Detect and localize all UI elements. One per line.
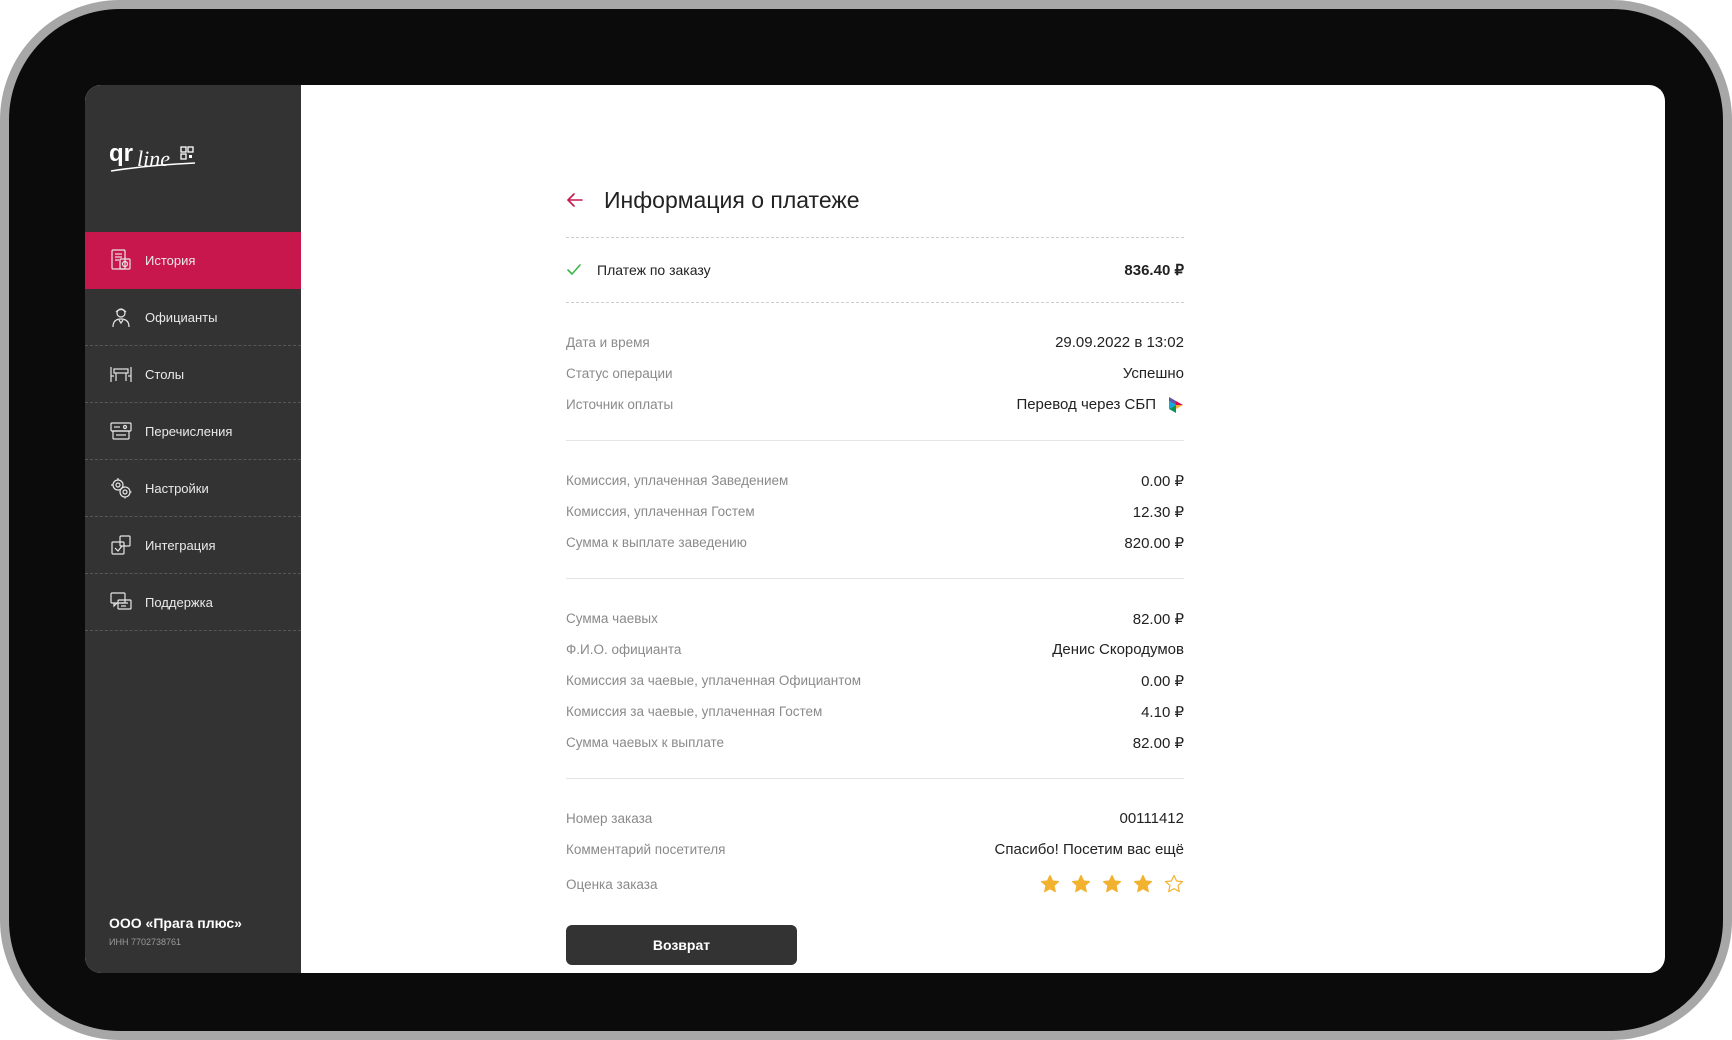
details-section: Дата и время 29.09.2022 в 13:02 Статус о… bbox=[566, 303, 1184, 440]
detail-row-tips-payout: Сумма чаевых к выплате 82.00 ₽ bbox=[566, 727, 1184, 758]
sidebar-item-label: Столы bbox=[145, 366, 185, 382]
detail-label: Дата и время bbox=[566, 335, 650, 350]
order-meta-section: Номер заказа 00111412 Комментарий посети… bbox=[566, 779, 1184, 913]
detail-row-comment: Комментарий посетителя Спасибо! Посетим … bbox=[566, 834, 1184, 865]
sidebar-item-waiters[interactable]: Официанты bbox=[85, 289, 301, 346]
sidebar-item-label: Интеграция bbox=[145, 537, 216, 553]
check-icon bbox=[567, 264, 581, 275]
detail-row-guest-commission: Комиссия, уплаченная Гостем 12.30 ₽ bbox=[566, 496, 1184, 527]
detail-value: Успешно bbox=[1122, 365, 1184, 382]
organization-inn: ИНН 7702738761 bbox=[109, 937, 182, 947]
payment-details: Информация о платеже Платеж по заказу 83… bbox=[566, 185, 1184, 965]
detail-value: 29.09.2022 в 13:02 bbox=[1055, 334, 1184, 351]
sidebar-item-label: Перечисления bbox=[145, 423, 233, 439]
sidebar-item-settings[interactable]: Настройки bbox=[85, 460, 301, 517]
sidebar-item-label: Поддержка bbox=[145, 594, 213, 610]
sidebar: qr line История Официанты Столы Перечисл… bbox=[85, 85, 301, 973]
detail-row-order-number: Номер заказа 00111412 bbox=[566, 803, 1184, 834]
page-header: Информация о платеже bbox=[566, 185, 1184, 215]
order-payment-row: Платеж по заказу 836.40 ₽ bbox=[566, 238, 1184, 302]
sidebar-item-transfers[interactable]: Перечисления bbox=[85, 403, 301, 460]
order-payment-label: Платеж по заказу bbox=[597, 262, 711, 278]
organization-info: ООО «Прага плюс» ИНН 7702738761 bbox=[109, 915, 242, 947]
back-arrow-icon[interactable] bbox=[566, 191, 584, 209]
detail-label: Оценка заказа bbox=[566, 876, 658, 892]
detail-value: Спасибо! Посетим вас ещё bbox=[994, 841, 1184, 858]
detail-value: Денис Скородумов bbox=[1052, 641, 1184, 658]
svg-text:qr: qr bbox=[109, 140, 133, 167]
star-filled-icon bbox=[1071, 874, 1091, 893]
detail-row-tips-sum: Сумма чаевых 82.00 ₽ bbox=[566, 603, 1184, 634]
settings-icon bbox=[111, 478, 132, 499]
detail-label: Комиссия, уплаченная Гостем bbox=[566, 504, 755, 519]
detail-label: Комиссия, уплаченная Заведением bbox=[566, 473, 789, 488]
sidebar-item-label: История bbox=[145, 252, 196, 268]
star-filled-icon bbox=[1040, 874, 1060, 893]
detail-row-venue-commission: Комиссия, уплаченная Заведением 0.00 ₽ bbox=[566, 465, 1184, 496]
detail-value: 00111412 bbox=[1119, 810, 1184, 827]
detail-value: 820.00 ₽ bbox=[1124, 534, 1184, 552]
sidebar-item-history[interactable]: История bbox=[85, 232, 301, 289]
tips-section: Сумма чаевых 82.00 ₽ Ф.И.О. официанта Де… bbox=[566, 579, 1184, 778]
detail-label: Комиссия за чаевые, уплаченная Гостем bbox=[566, 704, 823, 719]
detail-value-source: Перевод через СБП bbox=[1016, 396, 1184, 414]
commission-section: Комиссия, уплаченная Заведением 0.00 ₽ К… bbox=[566, 441, 1184, 578]
star-filled-icon bbox=[1102, 874, 1122, 893]
detail-row-source: Источник оплаты Перевод через СБП bbox=[566, 389, 1184, 420]
detail-row-status: Статус операции Успешно bbox=[566, 358, 1184, 389]
detail-label: Комиссия за чаевые, уплаченная Официанто… bbox=[566, 673, 862, 688]
detail-value: Перевод через СБП bbox=[1016, 396, 1156, 413]
detail-value: 12.30 ₽ bbox=[1132, 503, 1184, 521]
sidebar-item-support[interactable]: Поддержка bbox=[85, 574, 301, 631]
order-payment-left: Платеж по заказу bbox=[566, 262, 711, 278]
detail-label: Статус операции bbox=[566, 366, 673, 381]
sidebar-item-label: Настройки bbox=[145, 480, 209, 496]
detail-row-waiter-fee: Комиссия за чаевые, уплаченная Официанто… bbox=[566, 665, 1184, 696]
detail-row-rating: Оценка заказа bbox=[566, 865, 1184, 903]
detail-value: 0.00 ₽ bbox=[1141, 472, 1184, 490]
integration-icon bbox=[111, 535, 131, 555]
detail-value: 4.10 ₽ bbox=[1141, 703, 1184, 721]
page-title: Информация о платеже bbox=[604, 186, 860, 213]
detail-value: 82.00 ₽ bbox=[1132, 610, 1184, 628]
rating-stars bbox=[1029, 874, 1184, 894]
detail-row-date: Дата и время 29.09.2022 в 13:02 bbox=[566, 327, 1184, 358]
detail-row-waiter: Ф.И.О. официанта Денис Скородумов bbox=[566, 634, 1184, 665]
detail-label: Источник оплаты bbox=[566, 397, 674, 412]
star-filled-icon bbox=[1133, 874, 1153, 893]
device-frame: qr line История Официанты Столы Перечисл… bbox=[0, 0, 1732, 1040]
refund-button[interactable]: Возврат bbox=[566, 925, 797, 965]
detail-label: Ф.И.О. официанта bbox=[566, 642, 682, 657]
detail-row-guest-tip-fee: Комиссия за чаевые, уплаченная Гостем 4.… bbox=[566, 696, 1184, 727]
sidebar-nav: История Официанты Столы Перечисления Нас… bbox=[85, 232, 301, 631]
history-icon bbox=[111, 249, 131, 270]
support-icon bbox=[110, 592, 132, 610]
main-content: Информация о платеже Платеж по заказу 83… bbox=[301, 85, 1665, 973]
detail-label: Сумма к выплате заведению bbox=[566, 535, 747, 550]
organization-name: ООО «Прага плюс» bbox=[109, 915, 242, 931]
detail-label: Комментарий посетителя bbox=[566, 842, 726, 857]
qrline-logo: qr line bbox=[109, 140, 196, 172]
detail-value: 82.00 ₽ bbox=[1132, 734, 1184, 752]
detail-label: Номер заказа bbox=[566, 811, 653, 826]
sidebar-item-label: Официанты bbox=[145, 309, 218, 325]
table-icon bbox=[110, 367, 132, 382]
detail-row-venue-payout: Сумма к выплате заведению 820.00 ₽ bbox=[566, 527, 1184, 558]
waiter-icon bbox=[112, 308, 130, 328]
sbp-icon bbox=[1169, 396, 1183, 413]
detail-label: Сумма чаевых bbox=[566, 611, 658, 626]
sidebar-item-tables[interactable]: Столы bbox=[85, 346, 301, 403]
detail-label: Сумма чаевых к выплате bbox=[566, 735, 725, 750]
order-payment-amount: 836.40 ₽ bbox=[1124, 262, 1184, 279]
sidebar-item-integration[interactable]: Интеграция bbox=[85, 517, 301, 574]
app-screen: qr line История Официанты Столы Перечисл… bbox=[85, 85, 1665, 973]
detail-value: 0.00 ₽ bbox=[1141, 672, 1184, 690]
transfer-icon bbox=[110, 422, 132, 440]
star-empty-icon bbox=[1164, 874, 1184, 893]
